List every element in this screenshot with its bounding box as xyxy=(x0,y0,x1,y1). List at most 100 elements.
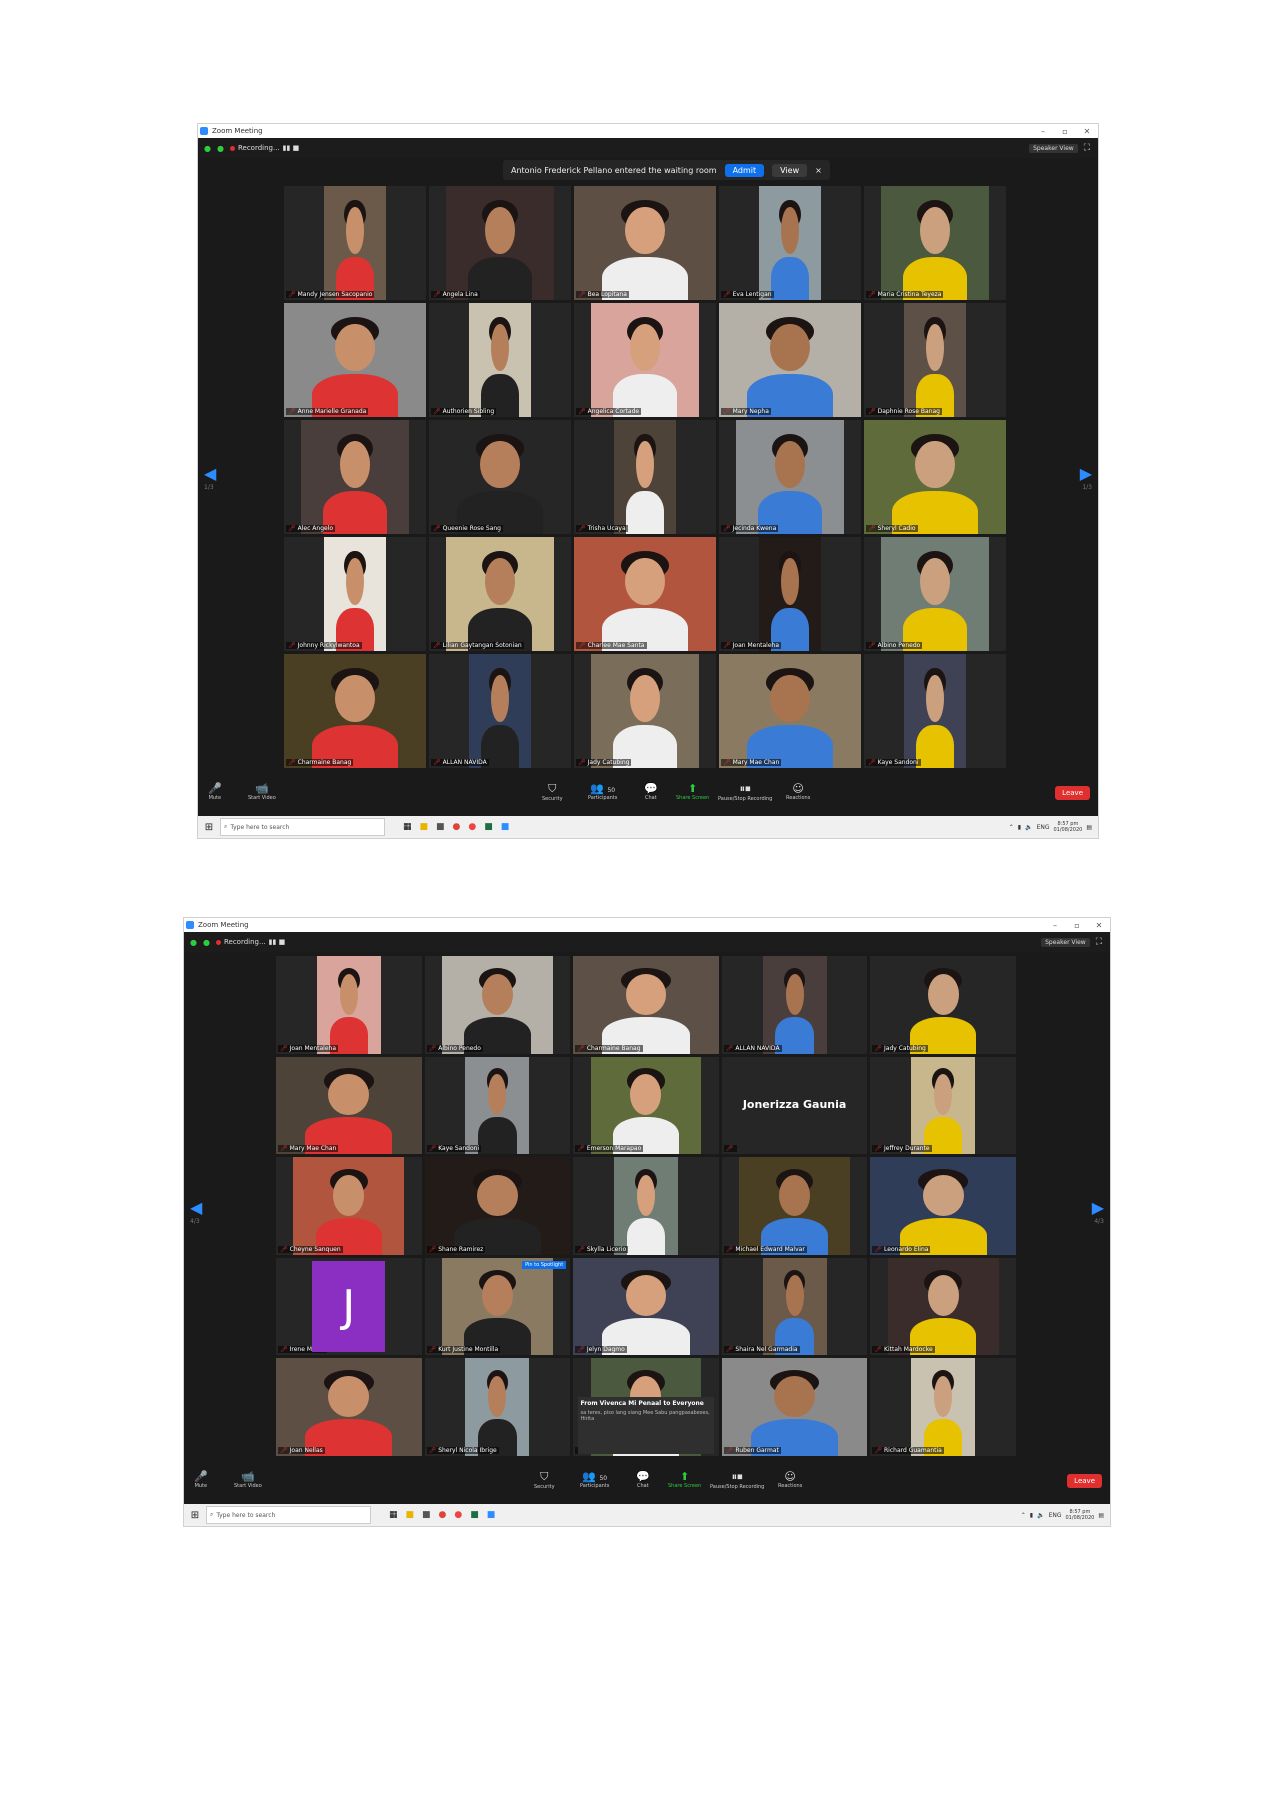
participant-tile[interactable]: 🎤︎ Joan Mentaleha xyxy=(719,537,861,651)
participant-tile[interactable]: 🎤︎ Kittah Mardocke xyxy=(870,1257,1016,1356)
participant-tile[interactable]: 🎤︎ Kaye Sandoni xyxy=(864,654,1006,768)
participant-tile[interactable]: 🎤︎ Alec Angelo xyxy=(284,420,426,534)
speaker-view-button[interactable]: Speaker View xyxy=(1029,143,1078,153)
media-icon[interactable]: ● xyxy=(468,822,476,832)
recording-indicator[interactable]: Recording... ▮▮ ■ xyxy=(229,144,299,152)
language-indicator[interactable]: ENG xyxy=(1049,1512,1062,1519)
participant-tile[interactable]: 🎤︎ Irene Mateo J xyxy=(276,1257,422,1356)
participant-tile[interactable]: 🎤︎ Jady Catubing xyxy=(870,956,1016,1054)
admit-button[interactable]: Admit xyxy=(724,163,765,177)
zoom-taskbar-icon[interactable]: ■ xyxy=(487,1510,496,1520)
fullscreen-icon[interactable]: ⛶ xyxy=(1096,937,1102,947)
participant-tile[interactable]: 🎤︎ Joan Nellas xyxy=(276,1358,422,1456)
recording-indicator[interactable]: Recording... ▮▮ ■ xyxy=(215,938,285,946)
share-screen-button[interactable]: ⬆ Share Screen xyxy=(676,782,709,801)
chrome-icon[interactable]: ● xyxy=(439,1510,447,1520)
dismiss-notice-button[interactable]: × xyxy=(815,166,822,175)
volume-icon[interactable]: 🔈 xyxy=(1037,1512,1044,1519)
notification-icon[interactable]: ▤ xyxy=(1086,824,1092,831)
maximize-icon[interactable]: ▫ xyxy=(1054,127,1076,136)
record-button[interactable]: ⏸⏹ Pause/Stop Recording xyxy=(718,782,772,802)
participant-tile[interactable]: 🎤︎ Bea Lopitana xyxy=(574,186,716,300)
close-window-icon[interactable]: ✕ xyxy=(1076,127,1098,136)
participant-tile[interactable]: 🎤︎ ALLAN NAVIDA xyxy=(429,654,571,768)
participant-tile[interactable]: 🎤︎ Eva Lentigan xyxy=(719,186,861,300)
start-video-button[interactable]: 📹 Start Video xyxy=(234,1470,262,1489)
minimize-icon[interactable]: – xyxy=(1044,921,1066,930)
participant-tile[interactable]: 🎤︎ Daphnie Rose Banag xyxy=(864,303,1006,417)
participant-tile[interactable]: 🎤︎ Sheryl Nicola Ibrige xyxy=(424,1358,571,1456)
clock[interactable]: 8:57 pm 01/08/2020 xyxy=(1066,1509,1095,1521)
participant-tile[interactable]: 🎤︎ Kaye Sandoni xyxy=(424,1056,571,1155)
participant-tile[interactable]: 🎤︎From Vivenca Mi Penaal to Everyonesa t… xyxy=(573,1358,719,1456)
participants-button[interactable]: 👥 50 Participants xyxy=(580,1470,609,1489)
shield-icon[interactable]: ● xyxy=(190,938,197,947)
participant-tile[interactable]: 🎤︎ Shane Ramirez xyxy=(424,1157,571,1255)
participant-tile[interactable]: 🎤︎ Jady Catubing xyxy=(574,654,716,768)
participant-tile[interactable]: 🎤︎ Shaira Nel Garmadia xyxy=(721,1257,868,1356)
participant-tile[interactable]: 🎤︎ Sheryl Cadio xyxy=(864,420,1006,534)
language-indicator[interactable]: ENG xyxy=(1037,824,1050,831)
notification-icon[interactable]: ▤ xyxy=(1098,1512,1104,1519)
store-icon[interactable]: ■ xyxy=(422,1510,431,1520)
previous-page-icon[interactable]: ◀ xyxy=(204,464,216,483)
participant-tile[interactable]: 🎤︎ Charlee Mae Santa xyxy=(574,537,716,651)
participant-tile[interactable]: 🎤︎ Anne Marielle Granada xyxy=(284,303,426,417)
task-view-icon[interactable]: ▦ xyxy=(403,822,412,832)
tray-up-icon[interactable]: ⌃ xyxy=(1021,1512,1026,1519)
pin-to-spotlight-button[interactable]: Pin to Spotlight xyxy=(522,1260,567,1269)
media-icon[interactable]: ● xyxy=(454,1510,462,1520)
participant-tile[interactable]: 🎤︎ Trisha Ucaya xyxy=(574,420,716,534)
minimize-icon[interactable]: – xyxy=(1032,127,1054,136)
participant-tile[interactable]: 🎤︎ Johnny Rickylwantoa xyxy=(284,537,426,651)
chat-notification[interactable]: From Vivenca Mi Penaal to Everyone sa ter… xyxy=(577,1397,715,1455)
zoom-taskbar-icon[interactable]: ■ xyxy=(501,822,510,832)
security-button[interactable]: ⛉ Security xyxy=(542,782,563,802)
participant-tile[interactable]: 🎤︎ Jelyn Dagmo xyxy=(573,1257,719,1356)
taskbar-search[interactable]: ⌕ Type here to search xyxy=(206,1506,371,1524)
leave-button[interactable]: Leave xyxy=(1067,1474,1102,1488)
participant-tile[interactable]: 🎤︎ Angelica Cortade xyxy=(574,303,716,417)
participant-tile[interactable]: 🎤︎ Angela Lina xyxy=(429,186,571,300)
next-page-icon[interactable]: ▶ xyxy=(1080,464,1092,483)
share-screen-button[interactable]: ⬆ Share Screen xyxy=(668,1470,701,1489)
participant-tile[interactable]: 🎤︎ Mary Mae Chan xyxy=(719,654,861,768)
participant-tile[interactable]: 🎤︎ Queenie Rose Sang xyxy=(429,420,571,534)
participant-tile[interactable]: 🎤︎ Jeffrey Durante xyxy=(870,1056,1016,1155)
shield-icon[interactable]: ● xyxy=(204,144,211,153)
participant-tile[interactable]: 🎤︎ Emerson Marapao xyxy=(573,1056,719,1155)
battery-icon[interactable]: ▮ xyxy=(1030,1512,1033,1519)
participant-tile[interactable]: 🎤︎ Charmaine Banag xyxy=(284,654,426,768)
participant-tile[interactable]: 🎤︎ Joan Mentaleha xyxy=(276,956,422,1054)
participant-tile[interactable]: 🎤︎ Authorien Sibling xyxy=(429,303,571,417)
file-explorer-icon[interactable]: ■ xyxy=(406,1510,415,1520)
reactions-button[interactable]: ☺ Reactions xyxy=(786,782,810,801)
battery-icon[interactable]: ▮ xyxy=(1018,824,1021,831)
view-button[interactable]: View xyxy=(772,163,808,177)
fullscreen-icon[interactable]: ⛶ xyxy=(1084,143,1090,153)
clock[interactable]: 8:57 pm 01/08/2020 xyxy=(1054,821,1083,833)
participant-tile[interactable]: 🎤︎ Mandy Jensen Sacopanio xyxy=(284,186,426,300)
chat-button[interactable]: 💬 Chat xyxy=(644,782,658,801)
task-view-icon[interactable]: ▦ xyxy=(389,1510,398,1520)
participants-button[interactable]: 👥 50 Participants xyxy=(588,782,617,801)
volume-icon[interactable]: 🔈 xyxy=(1025,824,1032,831)
participant-tile[interactable]: 🎤︎ Mary Nepha xyxy=(719,303,861,417)
windows-start-icon[interactable]: ⊞ xyxy=(188,1510,202,1521)
participant-tile[interactable]: 🎤︎ Maria Cristina Teyeza xyxy=(864,186,1006,300)
participant-tile[interactable]: 🎤︎ Kurt Justine Montilla Pin to Spotlight xyxy=(424,1257,571,1356)
encryption-icon[interactable]: ● xyxy=(217,144,224,153)
excel-icon[interactable]: ■ xyxy=(470,1510,479,1520)
record-button[interactable]: ⏸⏹ Pause/Stop Recording xyxy=(710,1470,764,1490)
close-window-icon[interactable]: ✕ xyxy=(1088,921,1110,930)
participant-tile[interactable]: 🎤︎ Mary Mae Chan xyxy=(276,1056,422,1155)
maximize-icon[interactable]: ▫ xyxy=(1066,921,1088,930)
leave-button[interactable]: Leave xyxy=(1055,786,1090,800)
participant-tile[interactable]: 🎤︎ Charmaine Banag xyxy=(573,956,719,1054)
previous-page-icon[interactable]: ◀ xyxy=(190,1198,202,1217)
speaker-view-button[interactable]: Speaker View xyxy=(1041,937,1090,947)
participant-tile[interactable]: 🎤︎ Ruben Garmat xyxy=(721,1358,868,1456)
participant-tile[interactable]: 🎤︎ Albino Penedo xyxy=(424,956,571,1054)
windows-start-icon[interactable]: ⊞ xyxy=(202,822,216,833)
next-page-icon[interactable]: ▶ xyxy=(1092,1198,1104,1217)
